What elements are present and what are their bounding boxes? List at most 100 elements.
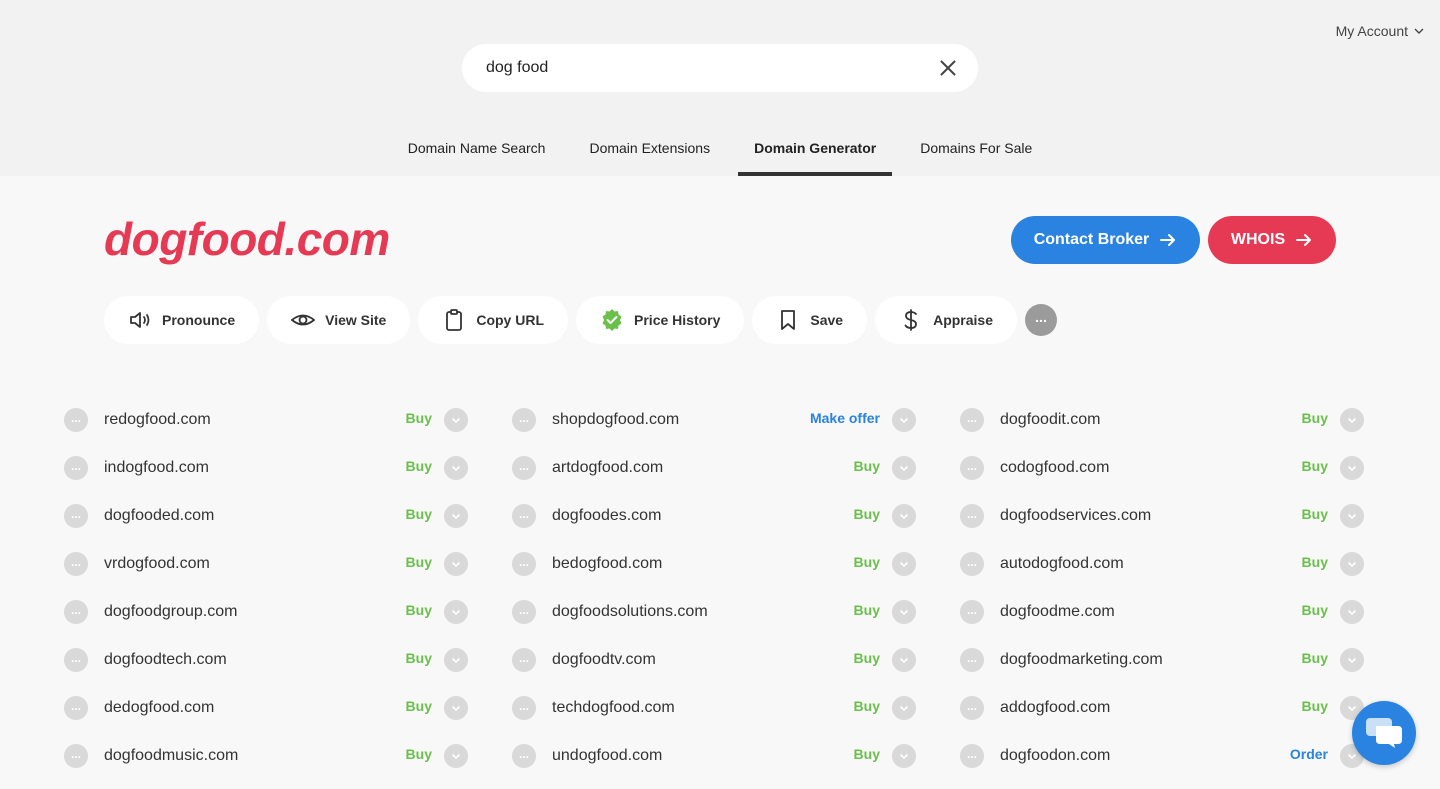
- domain-name[interactable]: shopdogfood.com: [552, 411, 776, 429]
- domain-name[interactable]: dogfoodes.com: [552, 507, 822, 525]
- whois-button[interactable]: WHOIS: [1208, 216, 1336, 264]
- row-options-button[interactable]: ...: [64, 648, 88, 672]
- domain-name[interactable]: addogfood.com: [1000, 699, 1270, 717]
- expand-row-button[interactable]: [1340, 504, 1364, 528]
- expand-row-button[interactable]: [1340, 648, 1364, 672]
- row-options-button[interactable]: ...: [512, 600, 536, 624]
- price-history-button[interactable]: Price History: [576, 296, 745, 344]
- save-button[interactable]: Save: [752, 296, 868, 344]
- domain-name[interactable]: dogfoodgroup.com: [104, 603, 374, 621]
- row-options-button[interactable]: ...: [64, 696, 88, 720]
- expand-row-button[interactable]: [444, 600, 468, 624]
- domain-action-link[interactable]: Buy: [1270, 458, 1328, 474]
- expand-row-button[interactable]: [1340, 456, 1364, 480]
- row-options-button[interactable]: ...: [512, 648, 536, 672]
- expand-row-button[interactable]: [892, 408, 916, 432]
- row-options-button[interactable]: ...: [960, 648, 984, 672]
- expand-row-button[interactable]: [444, 696, 468, 720]
- domain-name[interactable]: dogfoodmarketing.com: [1000, 651, 1270, 669]
- domain-action-link[interactable]: Buy: [1270, 602, 1328, 618]
- row-options-button[interactable]: ...: [64, 744, 88, 768]
- domain-action-link[interactable]: Buy: [374, 746, 432, 762]
- appraise-button[interactable]: Appraise: [875, 296, 1018, 344]
- view-site-button[interactable]: View Site: [267, 296, 411, 344]
- row-options-button[interactable]: ...: [960, 552, 984, 576]
- row-options-button[interactable]: ...: [64, 600, 88, 624]
- row-options-button[interactable]: ...: [64, 456, 88, 480]
- domain-name[interactable]: bedogfood.com: [552, 555, 822, 573]
- domain-name[interactable]: techdogfood.com: [552, 699, 822, 717]
- domain-action-link[interactable]: Buy: [822, 458, 880, 474]
- search-input[interactable]: [486, 59, 938, 77]
- domain-name[interactable]: dogfooded.com: [104, 507, 374, 525]
- expand-row-button[interactable]: [892, 504, 916, 528]
- domain-action-link[interactable]: Buy: [374, 554, 432, 570]
- domain-name[interactable]: dedogfood.com: [104, 699, 374, 717]
- domain-action-link[interactable]: Buy: [822, 698, 880, 714]
- expand-row-button[interactable]: [444, 552, 468, 576]
- domain-action-link[interactable]: Buy: [374, 458, 432, 474]
- close-icon[interactable]: [938, 58, 958, 78]
- row-options-button[interactable]: ...: [512, 456, 536, 480]
- domain-name[interactable]: artdogfood.com: [552, 459, 822, 477]
- row-options-button[interactable]: ...: [960, 600, 984, 624]
- domain-name[interactable]: dogfoodsolutions.com: [552, 603, 822, 621]
- row-options-button[interactable]: ...: [64, 504, 88, 528]
- domain-action-link[interactable]: Buy: [374, 650, 432, 666]
- expand-row-button[interactable]: [1340, 552, 1364, 576]
- chat-button[interactable]: [1352, 701, 1416, 765]
- domain-name[interactable]: dogfoodtv.com: [552, 651, 822, 669]
- domain-action-link[interactable]: Buy: [822, 650, 880, 666]
- domain-name[interactable]: dogfoodservices.com: [1000, 507, 1270, 525]
- domain-name[interactable]: dogfoodme.com: [1000, 603, 1270, 621]
- expand-row-button[interactable]: [444, 504, 468, 528]
- tab-domain-extensions[interactable]: Domain Extensions: [573, 128, 726, 176]
- domain-action-link[interactable]: Buy: [1270, 698, 1328, 714]
- row-options-button[interactable]: ...: [960, 456, 984, 480]
- contact-broker-button[interactable]: Contact Broker: [1011, 216, 1200, 264]
- expand-row-button[interactable]: [892, 648, 916, 672]
- expand-row-button[interactable]: [892, 552, 916, 576]
- domain-action-link[interactable]: Buy: [1270, 410, 1328, 426]
- expand-row-button[interactable]: [444, 456, 468, 480]
- row-options-button[interactable]: ...: [960, 696, 984, 720]
- row-options-button[interactable]: ...: [512, 504, 536, 528]
- expand-row-button[interactable]: [892, 744, 916, 768]
- row-options-button[interactable]: ...: [512, 744, 536, 768]
- domain-action-link[interactable]: Buy: [374, 602, 432, 618]
- copy-url-button[interactable]: Copy URL: [418, 296, 569, 344]
- my-account-menu[interactable]: My Account: [1336, 23, 1424, 39]
- row-options-button[interactable]: ...: [64, 408, 88, 432]
- row-options-button[interactable]: ...: [512, 408, 536, 432]
- domain-action-link[interactable]: Buy: [1270, 506, 1328, 522]
- domain-name[interactable]: undogfood.com: [552, 747, 822, 765]
- row-options-button[interactable]: ...: [960, 744, 984, 768]
- domain-name[interactable]: redogfood.com: [104, 411, 374, 429]
- domain-action-link[interactable]: Buy: [822, 506, 880, 522]
- domain-action-link[interactable]: Buy: [822, 602, 880, 618]
- domain-action-link[interactable]: Buy: [374, 698, 432, 714]
- domain-action-link[interactable]: Buy: [374, 506, 432, 522]
- expand-row-button[interactable]: [1340, 600, 1364, 624]
- row-options-button[interactable]: ...: [960, 504, 984, 528]
- expand-row-button[interactable]: [444, 648, 468, 672]
- expand-row-button[interactable]: [444, 408, 468, 432]
- expand-row-button[interactable]: [1340, 408, 1364, 432]
- domain-name[interactable]: dogfoodtech.com: [104, 651, 374, 669]
- expand-row-button[interactable]: [892, 696, 916, 720]
- domain-name[interactable]: autodogfood.com: [1000, 555, 1270, 573]
- domain-action-link[interactable]: Order: [1270, 746, 1328, 762]
- domain-name[interactable]: vrdogfood.com: [104, 555, 374, 573]
- row-options-button[interactable]: ...: [64, 552, 88, 576]
- domain-name[interactable]: dogfoodit.com: [1000, 411, 1270, 429]
- tab-domain-generator[interactable]: Domain Generator: [738, 128, 893, 176]
- domain-name[interactable]: indogfood.com: [104, 459, 374, 477]
- domain-action-link[interactable]: Buy: [1270, 554, 1328, 570]
- domain-name[interactable]: dogfoodon.com: [1000, 747, 1270, 765]
- pronounce-button[interactable]: Pronounce: [104, 296, 260, 344]
- row-options-button[interactable]: ...: [960, 408, 984, 432]
- expand-row-button[interactable]: [892, 600, 916, 624]
- domain-action-link[interactable]: Buy: [822, 554, 880, 570]
- row-options-button[interactable]: ...: [512, 552, 536, 576]
- more-options-button[interactable]: ...: [1025, 304, 1058, 336]
